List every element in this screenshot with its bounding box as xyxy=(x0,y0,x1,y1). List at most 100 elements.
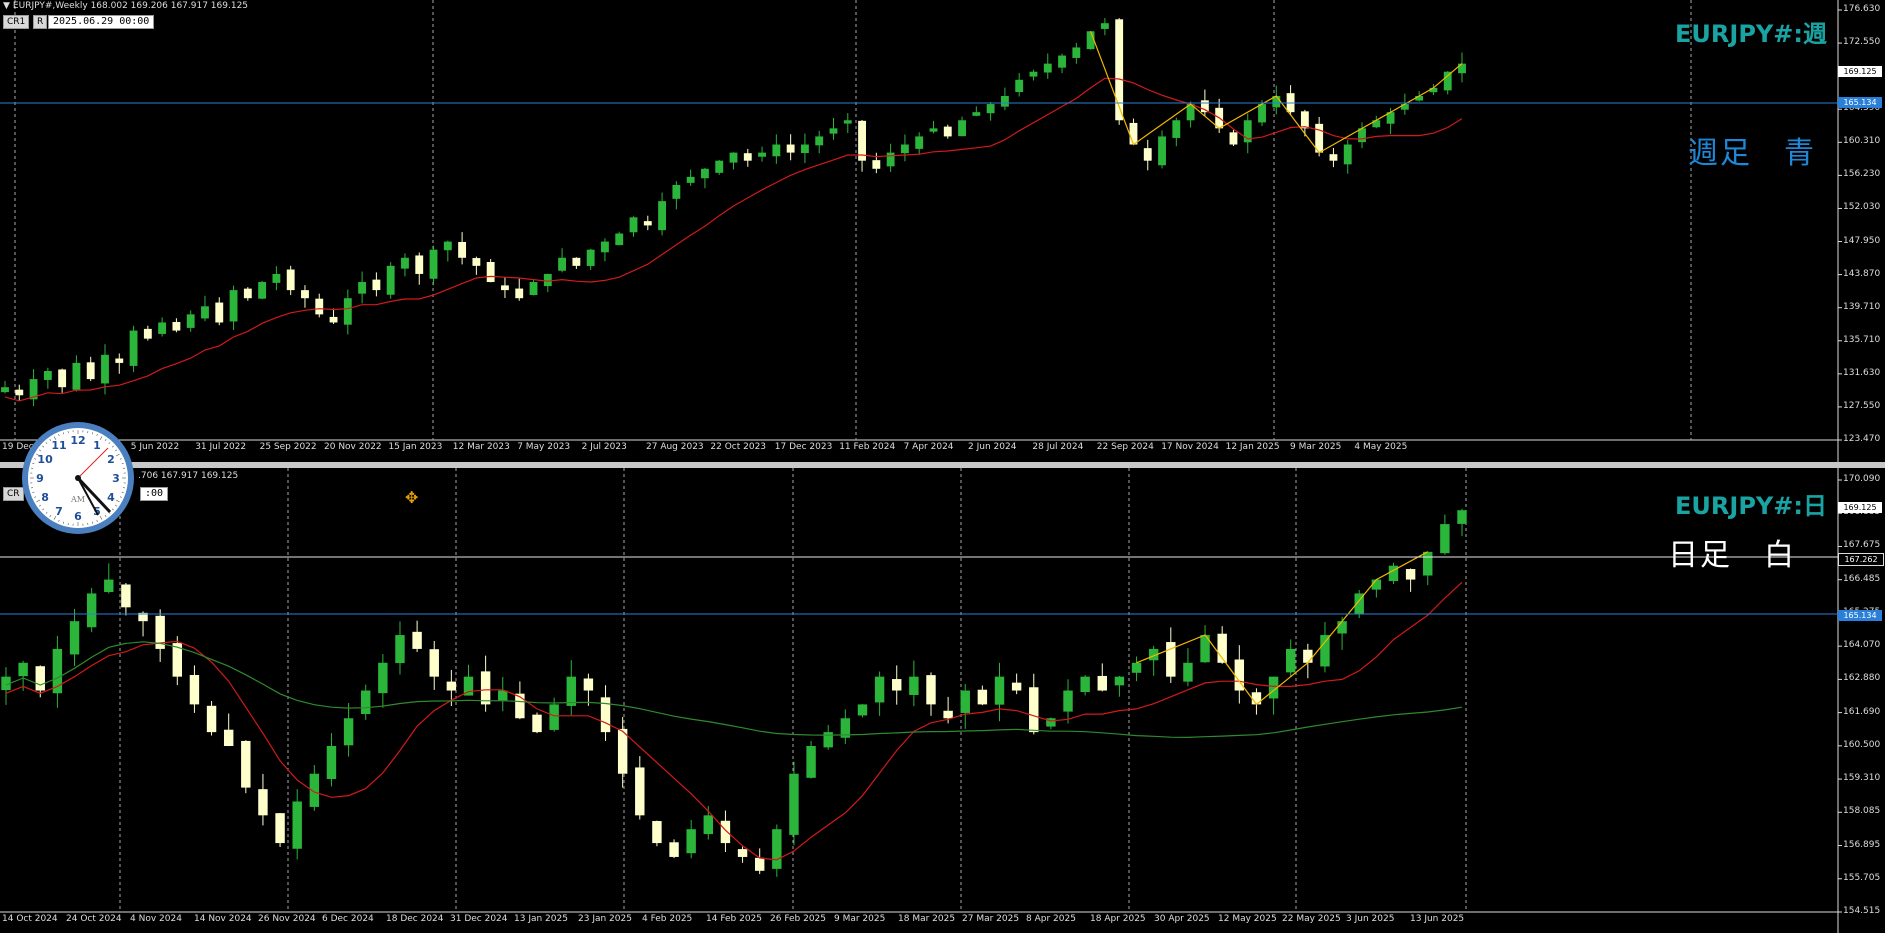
price-tick-label: 139.710 xyxy=(1843,301,1881,312)
analog-clock-widget[interactable]: 121234567891011AM xyxy=(20,420,136,536)
candle-body xyxy=(1080,676,1090,693)
candle-body xyxy=(1423,551,1433,576)
candle-body xyxy=(1114,676,1125,686)
candle-body xyxy=(701,168,709,179)
candle-body xyxy=(1440,524,1450,554)
candle-body xyxy=(543,273,552,287)
candle-body xyxy=(1405,569,1416,580)
candle-body xyxy=(1329,154,1338,161)
weekly-header: ▼ EURJPY#,Weekly 168.002 169.206 167.917 … xyxy=(3,1,249,11)
clock-number: 9 xyxy=(36,472,44,485)
price-tick-label: 131.630 xyxy=(1843,367,1881,378)
candle-body xyxy=(1100,23,1109,29)
candle-body xyxy=(361,690,371,715)
candle-body xyxy=(549,704,559,730)
candle-body xyxy=(69,621,80,655)
candle-body xyxy=(1172,120,1181,138)
candle-body xyxy=(1251,692,1262,705)
date-tick-label: 9 Mar 2025 xyxy=(1290,442,1342,452)
date-tick-label: 8 Apr 2025 xyxy=(1026,914,1076,924)
clock-number: 12 xyxy=(70,434,85,447)
date-tick-label: 9 Mar 2025 xyxy=(834,914,886,924)
candle-body xyxy=(943,126,952,137)
candle-body xyxy=(1183,662,1193,682)
candle-body xyxy=(629,217,638,233)
price-tick-label: 161.690 xyxy=(1843,706,1881,717)
date-tick-label: 7 Apr 2024 xyxy=(903,442,954,452)
candle-body xyxy=(378,662,388,694)
candle-body xyxy=(1200,100,1209,113)
weekly-chart-pane[interactable]: ▼ EURJPY#,Weekly 168.002 169.206 167.917 … xyxy=(0,0,1885,462)
candle-body xyxy=(806,745,816,778)
date-tick-label: 25 Sep 2022 xyxy=(259,442,317,452)
candle-body xyxy=(101,354,109,384)
candle-body xyxy=(301,290,309,299)
candle-body xyxy=(669,842,679,857)
moving-average-red xyxy=(4,77,1463,402)
candle-body xyxy=(1072,47,1081,58)
date-tick-label: 7 May 2023 xyxy=(517,442,571,452)
candle-body xyxy=(186,314,195,328)
candle-body xyxy=(358,282,367,294)
date-tick-label: 4 Nov 2024 xyxy=(130,914,182,924)
price-tick-label: 154.515 xyxy=(1843,906,1881,916)
candle-body xyxy=(786,144,795,153)
candle-body xyxy=(1131,662,1142,673)
date-tick-label: 26 Nov 2024 xyxy=(258,914,316,924)
price-tick-label: 152.030 xyxy=(1843,202,1881,213)
candle-body xyxy=(572,257,581,266)
candle-body xyxy=(58,369,67,388)
date-tick-label: 13 Jun 2025 xyxy=(1410,914,1465,924)
candle-body xyxy=(329,316,338,323)
candle-body xyxy=(1300,111,1309,129)
price-tick-label: 176.630 xyxy=(1843,4,1881,14)
candle-body xyxy=(1129,122,1138,145)
weekly-note-label: 週足 青 xyxy=(1688,136,1816,171)
candle-body xyxy=(243,288,252,299)
date-tick-label: 22 May 2025 xyxy=(1282,914,1341,924)
clock-am-label: AM xyxy=(70,495,85,504)
candle-body xyxy=(635,767,645,816)
candle-body xyxy=(529,282,538,295)
candle-body xyxy=(715,160,724,173)
weekly-chart-canvas[interactable] xyxy=(0,0,1885,462)
date-tick-label: 5 Jun 2022 xyxy=(130,442,180,452)
date-tick-label: 13 Jan 2025 xyxy=(514,914,568,924)
daily-chart-pane[interactable]: .706 167.917 169.125 CR :00 EURJPY#:日 日足… xyxy=(0,468,1885,933)
candle-body xyxy=(1457,510,1467,524)
candle-body xyxy=(1303,649,1313,663)
candle-body xyxy=(615,233,624,246)
date-tick-label: 18 Dec 2024 xyxy=(386,914,444,924)
candle-body xyxy=(1029,71,1038,77)
daily-header: .706 167.917 169.125 xyxy=(138,471,238,481)
candle-body xyxy=(258,282,267,299)
price-tick-label: 162.880 xyxy=(1843,673,1881,684)
candle-body xyxy=(617,728,628,774)
candle-body xyxy=(229,290,238,322)
candle-body xyxy=(532,714,542,733)
candle-body xyxy=(1,387,9,393)
candle-body xyxy=(1343,144,1352,165)
price-tick-label: 155.705 xyxy=(1843,872,1881,883)
clock-center xyxy=(75,475,81,481)
candle-body xyxy=(672,184,681,199)
date-tick-label: 11 Feb 2024 xyxy=(839,442,896,452)
candle-body xyxy=(129,330,138,366)
daily-chart-canvas[interactable] xyxy=(0,468,1885,933)
clock-number: 10 xyxy=(37,453,53,466)
crosshair-move-icon[interactable]: ✥ xyxy=(405,488,418,507)
price-tick-label: 127.550 xyxy=(1843,400,1881,411)
candle-body xyxy=(1371,579,1382,590)
weekly-tag-cr[interactable]: CR1 xyxy=(3,15,30,29)
candle-body xyxy=(104,579,114,592)
clock-number: 1 xyxy=(93,439,101,452)
candle-body xyxy=(401,257,409,269)
candle-body xyxy=(86,593,97,628)
price-tick-label: 156.895 xyxy=(1843,839,1881,850)
weekly-current-price: 169.125 xyxy=(1838,66,1882,77)
date-tick-label: 2 Jul 2023 xyxy=(581,442,627,452)
candle-body xyxy=(652,821,662,844)
price-tick-label: 159.310 xyxy=(1843,773,1881,784)
candle-body xyxy=(1258,104,1266,123)
weekly-tag-r[interactable]: R xyxy=(33,15,48,29)
